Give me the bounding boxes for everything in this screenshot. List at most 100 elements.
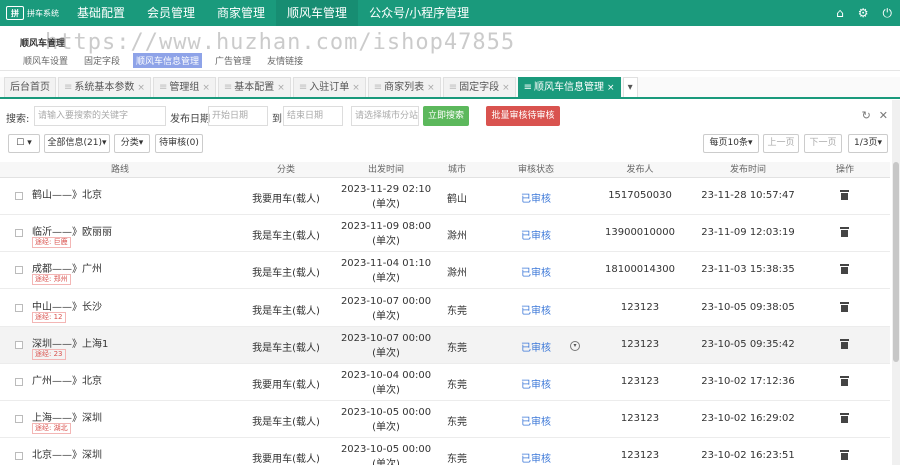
table-row[interactable]: 成都——》广州 途经: 郑州 我是车主(载人) 2023-11-04 01:10 (单次… xyxy=(0,252,890,290)
caret-down-icon: ▾ xyxy=(877,138,883,148)
close-icon[interactable]: × xyxy=(352,83,360,93)
row-checkbox[interactable] xyxy=(15,303,23,312)
audit-status-link[interactable]: 已审核 xyxy=(516,302,556,317)
chevron-down-icon[interactable]: ▾ xyxy=(570,340,580,351)
audit-status-link[interactable]: 已审核 xyxy=(516,413,556,428)
col-category[interactable]: 分类 xyxy=(238,162,334,178)
route-text[interactable]: 北京——》深圳 xyxy=(32,446,102,461)
next-page-button[interactable]: 下一页 xyxy=(804,134,842,153)
table-row[interactable]: 鹤山——》北京 我要用车(载人) 2023-11-29 02:10 (单次) 鹤山 已审核… xyxy=(0,178,890,215)
audit-status-link[interactable]: 已审核 xyxy=(516,450,556,465)
row-checkbox[interactable] xyxy=(15,378,23,386)
batch-audit-button[interactable]: 批量审核待审核 xyxy=(486,106,560,126)
logo[interactable]: 拼 拼车系统 xyxy=(0,0,66,26)
tab-orders[interactable]: ≡ 入驻订单 × xyxy=(292,77,366,97)
row-checkbox[interactable] xyxy=(15,415,23,424)
gear-icon[interactable]: ⚙ xyxy=(858,6,869,20)
tab-fixed-fields[interactable]: ≡ 固定字段 × xyxy=(442,77,516,97)
nav-item-wechat[interactable]: 公众号/小程序管理 xyxy=(358,0,480,26)
row-checkbox[interactable] xyxy=(15,340,23,349)
search-button[interactable]: 立即搜索 xyxy=(423,106,469,126)
trash-icon[interactable] xyxy=(840,338,849,349)
table-row[interactable]: 深圳——》上海1 途经: 23 我是车主(载人) 2023-10-07 00:00 (单… xyxy=(0,326,890,364)
audit-status-link[interactable]: 已审核 xyxy=(516,227,556,242)
subtab-info-manage[interactable]: 顺风车信息管理 xyxy=(133,53,203,68)
refresh-icon[interactable]: ↻ xyxy=(862,109,871,122)
route-text[interactable]: 广州——》北京 xyxy=(32,372,102,387)
tab-system-params[interactable]: ≡ 系统基本参数 × xyxy=(58,77,151,97)
tab-basic-config[interactable]: ≡ 基本配置 × xyxy=(217,77,291,97)
close-icon[interactable]: × xyxy=(502,83,510,93)
all-info-filter[interactable]: 全部信息(21)▾ xyxy=(44,134,110,153)
tab-more-dropdown[interactable]: ▾ xyxy=(622,77,638,97)
audit-status-link[interactable]: 已审核 xyxy=(516,376,556,391)
close-icon[interactable]: × xyxy=(202,83,210,93)
trash-icon[interactable] xyxy=(840,413,849,424)
route-text[interactable]: 成都——》广州 xyxy=(32,260,102,275)
category-filter[interactable]: 分类▾ xyxy=(114,134,150,153)
route-text[interactable]: 深圳——》上海1 xyxy=(32,335,108,350)
caret-down-icon: ▾ xyxy=(27,138,32,148)
trash-icon[interactable] xyxy=(840,190,849,200)
via-badge: 途经: 郑州 xyxy=(32,274,71,286)
scrollbar-thumb[interactable] xyxy=(893,162,899,362)
subtab-ads[interactable]: 广告管理 xyxy=(212,53,254,68)
close-icon[interactable]: ✕ xyxy=(879,109,888,122)
route-text[interactable]: 上海——》深圳 xyxy=(32,409,102,424)
tab-admin-group[interactable]: ≡ 管理组 × xyxy=(152,77,216,97)
category-text: 我是车主(载人) xyxy=(252,305,320,317)
nav-item-basic-config[interactable]: 基础配置 xyxy=(66,0,136,26)
table-row[interactable]: 中山——》长沙 途经: 12 我是车主(载人) 2023-10-07 00:00 (单次… xyxy=(0,290,890,327)
power-icon[interactable]: ⏻ xyxy=(883,6,893,21)
subtab-friend-links[interactable]: 友情链接 xyxy=(264,53,306,68)
close-icon[interactable]: × xyxy=(607,83,615,93)
table-row[interactable]: 临沂——》欧丽丽 途经: 巨鹿 我是车主(载人) 2023-11-09 08:00 (单… xyxy=(0,215,890,253)
audit-status-link[interactable]: 已审核 xyxy=(516,339,556,354)
col-publish-time[interactable]: 发布时间 xyxy=(716,162,780,178)
table-row[interactable]: 广州——》北京 我要用车(载人) 2023-10-04 00:00 (单次) 东莞 已审核… xyxy=(0,364,890,401)
prev-page-button[interactable]: 上一页 xyxy=(763,134,799,153)
end-date-input[interactable]: 结束日期 xyxy=(283,106,343,126)
subtab-settings[interactable]: 顺风车设置 xyxy=(20,53,71,68)
col-city[interactable]: 城市 xyxy=(441,162,473,178)
start-date-input[interactable]: 开始日期 xyxy=(208,106,268,126)
tab-merchant-list[interactable]: ≡ 商家列表 × xyxy=(367,77,441,97)
trash-icon[interactable] xyxy=(840,450,849,461)
pending-filter[interactable]: 待审核(0) xyxy=(155,134,203,153)
nav-item-rideshare[interactable]: 顺风车管理 xyxy=(276,0,359,26)
keyword-input[interactable]: 请输入要搜索的关键字 xyxy=(34,106,166,126)
per-page-select[interactable]: 每页10条▾ xyxy=(703,134,759,153)
row-checkbox[interactable] xyxy=(15,452,23,461)
close-icon[interactable]: × xyxy=(277,83,285,93)
city-select[interactable]: 请选择城市分站 xyxy=(351,106,419,126)
page-select[interactable]: 1/3页▾ xyxy=(848,134,888,153)
home-icon[interactable]: ⌂ xyxy=(836,6,844,20)
route-text[interactable]: 鹤山——》北京 xyxy=(32,186,102,201)
tab-rideshare-info[interactable]: ≡ 顺风车信息管理 × xyxy=(517,77,621,97)
table-row[interactable]: 上海——》深圳 途经: 湖北 我是车主(载人) 2023-10-05 00:00 (单次… xyxy=(0,401,890,439)
trash-icon[interactable] xyxy=(840,264,849,275)
nav-item-members[interactable]: 会员管理 xyxy=(136,0,206,26)
col-publisher[interactable]: 发布人 xyxy=(610,162,670,178)
audit-status-link[interactable]: 已审核 xyxy=(516,264,556,279)
close-icon[interactable]: × xyxy=(137,83,145,93)
audit-status-link[interactable]: 已审核 xyxy=(516,190,556,205)
route-text[interactable]: 中山——》长沙 xyxy=(32,298,102,313)
col-route[interactable]: 路线 xyxy=(60,162,180,178)
col-audit-status[interactable]: 审核状态 xyxy=(506,162,566,178)
depart-time-date: 2023-10-05 00:00 xyxy=(340,407,432,419)
subtab-fixed-fields[interactable]: 固定字段 xyxy=(81,53,123,68)
tab-home[interactable]: 后台首页 xyxy=(4,77,56,97)
nav-item-merchants[interactable]: 商家管理 xyxy=(206,0,276,26)
route-text[interactable]: 临沂——》欧丽丽 xyxy=(32,223,112,238)
select-all-dropdown[interactable]: ☐ ▾ xyxy=(8,134,40,153)
row-checkbox[interactable] xyxy=(15,229,23,238)
trash-icon[interactable] xyxy=(840,227,849,238)
close-icon[interactable]: × xyxy=(427,83,435,93)
trash-icon[interactable] xyxy=(840,301,849,312)
col-depart-time[interactable]: 出发时间 xyxy=(340,162,432,178)
row-checkbox[interactable] xyxy=(15,266,23,275)
trash-icon[interactable] xyxy=(840,376,849,386)
table-row[interactable]: 北京——》深圳 我要用车(载人) 2023-10-05 00:00 (单次) 东莞 已审核… xyxy=(0,438,890,465)
row-checkbox[interactable] xyxy=(15,192,23,200)
